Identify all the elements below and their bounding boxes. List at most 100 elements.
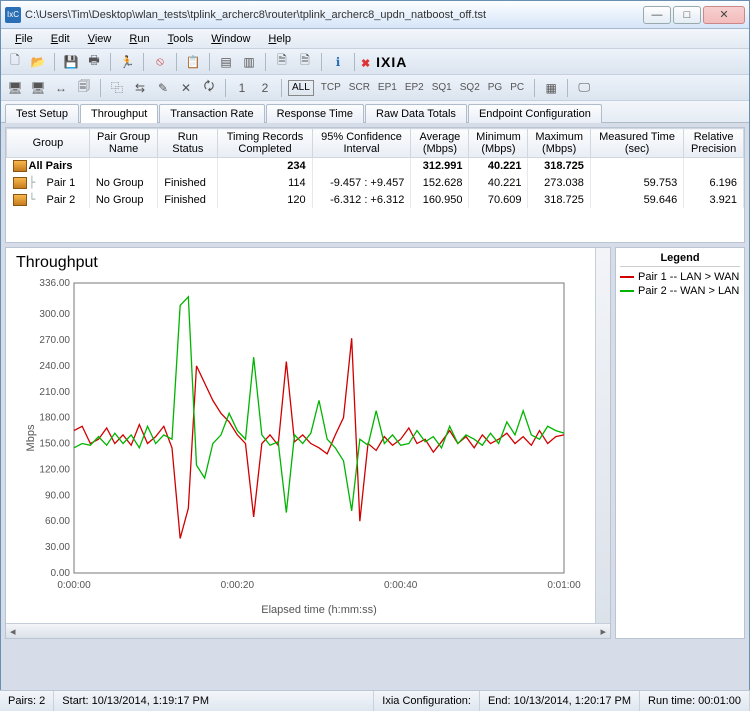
- filter-ep2[interactable]: EP2: [401, 82, 428, 93]
- table-row[interactable]: All Pairs234312.99140.221318.725: [7, 158, 744, 175]
- col-header[interactable]: Group: [7, 129, 90, 158]
- svg-text:0:00:00: 0:00:00: [57, 580, 91, 591]
- print-icon[interactable]: 🖶: [84, 52, 104, 72]
- toolbar-filters: 🖥 🖥 ↔ 🗐 ⿻ ⇆ ✎ ✕ 🗘 1 2 ALL TCPSCREP1EP2SQ…: [1, 75, 749, 101]
- export2-icon[interactable]: 🗎: [295, 52, 315, 72]
- menu-edit[interactable]: Edit: [43, 31, 78, 47]
- chart-vscroll[interactable]: [595, 248, 610, 623]
- filter-all[interactable]: ALL: [288, 80, 314, 96]
- y-axis-label: Mbps: [25, 424, 37, 451]
- menu-window[interactable]: Window: [203, 31, 258, 47]
- menu-run[interactable]: Run: [121, 31, 157, 47]
- filter-tcp[interactable]: TCP: [317, 82, 345, 93]
- ixia-logo: ✖ IXIA: [361, 54, 407, 70]
- tab-transaction-rate[interactable]: Transaction Rate: [159, 104, 264, 123]
- filter-sq1[interactable]: SQ1: [428, 82, 456, 93]
- copy-icon[interactable]: 📋: [183, 52, 203, 72]
- filter-scr[interactable]: SCR: [345, 82, 374, 93]
- chart-hscroll[interactable]: ◂▸: [6, 623, 610, 638]
- chart-svg: 0.0030.0060.0090.00120.00150.00180.00210…: [14, 278, 584, 618]
- filter-ep1[interactable]: EP1: [374, 82, 401, 93]
- flag1-icon[interactable]: 1: [232, 78, 252, 98]
- col-header[interactable]: Pair GroupName: [89, 129, 157, 158]
- delete-icon[interactable]: ✕: [176, 78, 196, 98]
- filter-pc[interactable]: PC: [506, 82, 528, 93]
- status-ixia: Ixia Configuration:: [374, 691, 480, 711]
- svg-text:0:00:40: 0:00:40: [384, 580, 418, 591]
- open-icon[interactable]: 📂: [28, 52, 48, 72]
- table-row[interactable]: ├Pair 1No GroupFinished114-9.457 : +9.45…: [7, 174, 744, 191]
- legend-swatch: [620, 290, 634, 292]
- endpoint1-icon[interactable]: 🖥: [5, 78, 25, 98]
- menu-tools[interactable]: Tools: [160, 31, 202, 47]
- col-header[interactable]: 95% ConfidenceInterval: [312, 129, 411, 158]
- chart-icon[interactable]: ▤: [216, 52, 236, 72]
- status-end: End: 10/13/2014, 1:20:17 PM: [480, 691, 640, 711]
- menu-file[interactable]: File: [7, 31, 41, 47]
- save-icon[interactable]: 💾: [61, 52, 81, 72]
- stop-icon[interactable]: ⦸: [150, 52, 170, 72]
- info-icon[interactable]: ℹ: [328, 52, 348, 72]
- tabstrip: Test SetupThroughputTransaction RateResp…: [1, 101, 749, 123]
- col-header[interactable]: RunStatus: [158, 129, 218, 158]
- minimize-button[interactable]: —: [643, 6, 671, 24]
- legend-item: Pair 1 -- LAN > WAN: [620, 271, 740, 283]
- pair-icon: [13, 160, 27, 172]
- maximize-button[interactable]: □: [673, 6, 701, 24]
- run-icon[interactable]: 🏃: [117, 52, 137, 72]
- legend-swatch: [620, 276, 634, 278]
- app-icon: IxC: [5, 7, 21, 23]
- svg-text:300.00: 300.00: [39, 309, 70, 320]
- svg-text:120.00: 120.00: [39, 464, 70, 475]
- tab-test-setup[interactable]: Test Setup: [5, 104, 79, 123]
- svg-text:90.00: 90.00: [45, 490, 70, 501]
- tab-endpoint-configuration[interactable]: Endpoint Configuration: [468, 104, 602, 123]
- grid-icon[interactable]: ▦: [541, 78, 561, 98]
- script-icon[interactable]: 🗐: [74, 78, 94, 98]
- chart-box: Throughput 0.0030.0060.0090.00120.00150.…: [5, 247, 611, 639]
- col-header[interactable]: Maximum(Mbps): [528, 129, 590, 158]
- legend-item: Pair 2 -- WAN > LAN: [620, 285, 740, 297]
- svg-text:0:01:00: 0:01:00: [547, 580, 581, 591]
- pair-icon: [13, 194, 27, 206]
- monitor-icon[interactable]: 🖵: [574, 78, 594, 98]
- edit-icon[interactable]: ✎: [153, 78, 173, 98]
- svg-text:180.00: 180.00: [39, 413, 70, 424]
- menu-view[interactable]: View: [80, 31, 120, 47]
- pair-icon[interactable]: ↔: [51, 78, 71, 98]
- legend-title: Legend: [620, 252, 740, 267]
- col-header[interactable]: Measured Time(sec): [590, 129, 683, 158]
- svg-text:210.00: 210.00: [39, 387, 70, 398]
- status-runtime: Run time: 00:01:00: [640, 691, 750, 711]
- col-header[interactable]: RelativePrecision: [684, 129, 744, 158]
- chart-area: Throughput 0.0030.0060.0090.00120.00150.…: [5, 247, 745, 639]
- clone-icon[interactable]: ⿻: [107, 78, 127, 98]
- tab-raw-data-totals[interactable]: Raw Data Totals: [365, 104, 467, 123]
- menu-help[interactable]: Help: [260, 31, 299, 47]
- svg-text:0:00:20: 0:00:20: [221, 580, 255, 591]
- endpoint2-icon[interactable]: 🖥: [28, 78, 48, 98]
- flag2-icon[interactable]: 2: [255, 78, 275, 98]
- toolbar-main: 🗋 📂 💾 🖶 🏃 ⦸ 📋 ▤ ▥ 🗎 🗎 ℹ ✖ IXIA: [1, 49, 749, 75]
- refresh-icon[interactable]: 🗘: [199, 78, 219, 98]
- filter-pg[interactable]: PG: [484, 82, 506, 93]
- legend: Legend Pair 1 -- LAN > WAN Pair 2 -- WAN …: [615, 247, 745, 639]
- tab-response-time[interactable]: Response Time: [266, 104, 364, 123]
- new-icon[interactable]: 🗋: [5, 52, 25, 72]
- svg-text:60.00: 60.00: [45, 516, 70, 527]
- tab-throughput[interactable]: Throughput: [80, 104, 158, 123]
- col-header[interactable]: Minimum(Mbps): [469, 129, 528, 158]
- statusbar: Pairs: 2 Start: 10/13/2014, 1:19:17 PM I…: [0, 690, 750, 711]
- table-row[interactable]: └Pair 2No GroupFinished120-6.312 : +6.31…: [7, 191, 744, 208]
- svg-text:336.00: 336.00: [39, 278, 70, 289]
- close-button[interactable]: ✕: [703, 6, 745, 24]
- col-header[interactable]: Timing RecordsCompleted: [218, 129, 312, 158]
- svg-text:150.00: 150.00: [39, 439, 70, 450]
- swap-icon[interactable]: ⇆: [130, 78, 150, 98]
- svg-text:30.00: 30.00: [45, 542, 70, 553]
- filter-sq2[interactable]: SQ2: [456, 82, 484, 93]
- chart2-icon[interactable]: ▥: [239, 52, 259, 72]
- col-header[interactable]: Average(Mbps): [411, 129, 469, 158]
- export-icon[interactable]: 🗎: [272, 52, 292, 72]
- series-line: [74, 338, 564, 538]
